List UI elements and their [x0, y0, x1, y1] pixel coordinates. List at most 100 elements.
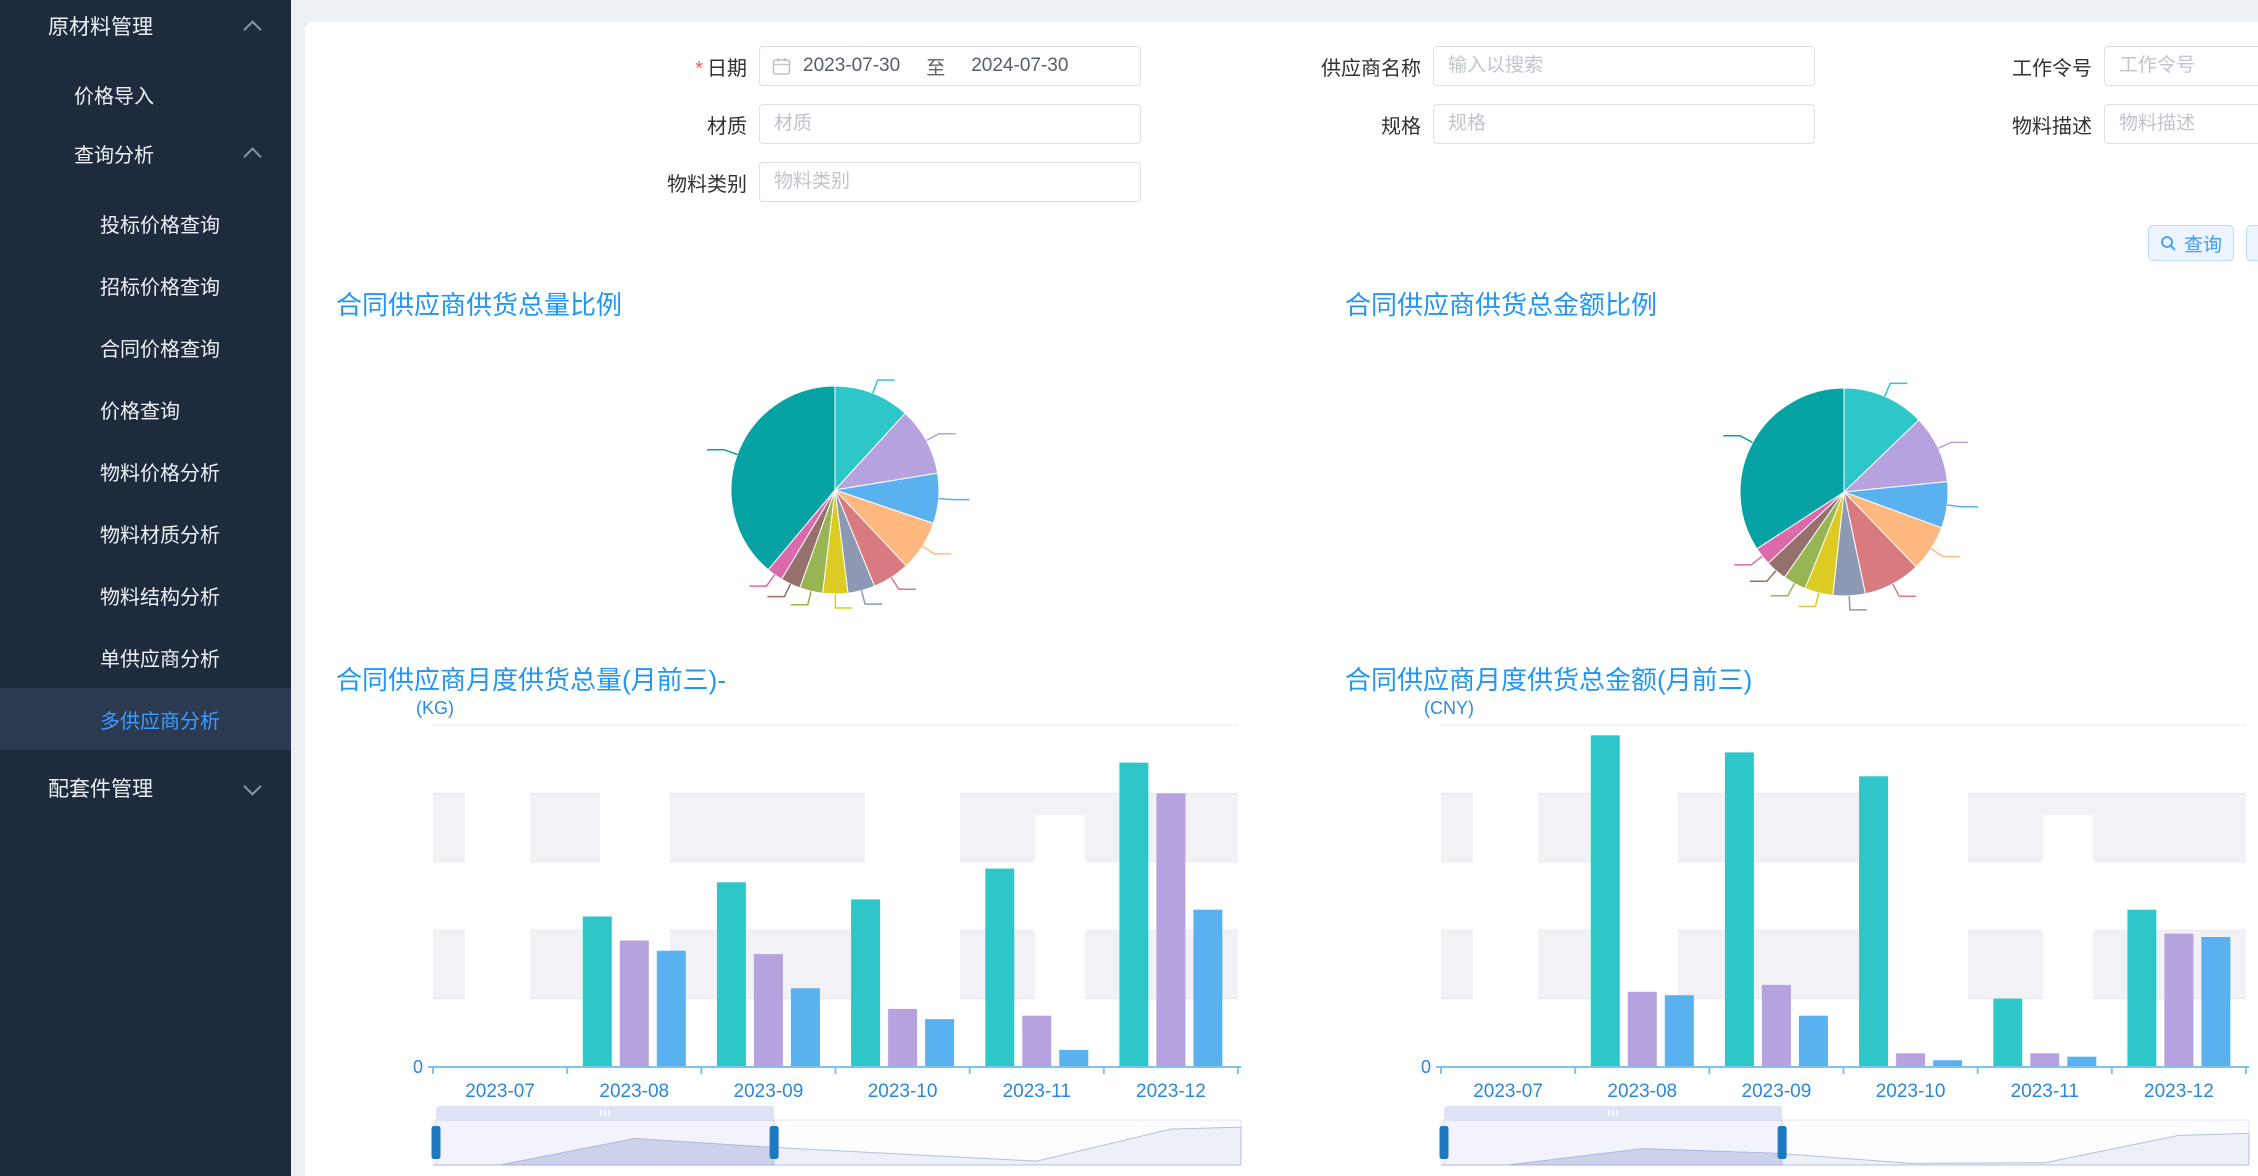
- date-start-value[interactable]: 2023-07-30: [803, 55, 900, 77]
- sidebar-item-2[interactable]: 价格导入: [0, 63, 291, 125]
- material-category-input-wrap: [759, 162, 1141, 202]
- pie-leader-line: [926, 434, 955, 441]
- pie-leader-line: [939, 499, 970, 500]
- bar-2023-09-s2[interactable]: [1762, 985, 1791, 1067]
- bar-2023-10-s1[interactable]: [851, 899, 880, 1067]
- bar-2023-09-s1[interactable]: [1725, 752, 1754, 1067]
- bar-2023-11-s1[interactable]: [1993, 999, 2022, 1067]
- bar-2023-11-s3[interactable]: [2067, 1057, 2096, 1067]
- sidebar-item-10[interactable]: 物料结构分析: [0, 564, 291, 626]
- date-separator: 至: [926, 53, 945, 80]
- material-input-wrap: [759, 104, 1141, 144]
- x-axis-label: 2023-12: [1136, 1081, 1206, 1102]
- pie-leader-line: [862, 591, 883, 605]
- work-order-input[interactable]: [2117, 54, 2258, 78]
- bar-chart-monthly-amount[interactable]: 02023-072023-082023-092023-102023-112023…: [1418, 715, 2258, 1176]
- pie-leader-line: [1947, 505, 1978, 507]
- pie-leader-line: [1771, 583, 1795, 595]
- bar-2023-08-s3[interactable]: [657, 951, 686, 1067]
- datazoom-handle-left[interactable]: [432, 1126, 441, 1159]
- pie-leader-line: [873, 380, 895, 393]
- material-desc-label: 物料描述: [1955, 110, 2092, 139]
- supplier-input[interactable]: [1446, 54, 1802, 78]
- bar-2023-08-s2[interactable]: [1628, 992, 1657, 1067]
- supplier-input-wrap: [1433, 46, 1815, 86]
- material-desc-input[interactable]: [2117, 112, 2258, 136]
- date-end-value[interactable]: 2024-07-30: [971, 55, 1068, 77]
- sidebar-item-label: 价格查询: [100, 395, 180, 424]
- bar-2023-12-s3[interactable]: [2201, 937, 2230, 1067]
- sidebar-item-1[interactable]: 原材料管理: [0, 2, 291, 50]
- app-root: 原材料管理价格导入查询分析投标价格查询招标价格查询合同价格查询价格查询物料价格分…: [0, 0, 2258, 1176]
- filter-material: 材质: [615, 104, 1141, 144]
- pie-leader-line: [1938, 442, 1968, 448]
- material-category-input[interactable]: [772, 170, 1128, 194]
- pie-chart-total-quantity[interactable]: [560, 330, 1120, 630]
- bar-2023-09-s1[interactable]: [717, 882, 746, 1067]
- x-axis-label: 2023-07: [1473, 1081, 1543, 1102]
- spec-input[interactable]: [1446, 112, 1802, 136]
- sidebar-item-label: 物料结构分析: [100, 581, 220, 610]
- sidebar-item-13[interactable]: 配套件管理: [0, 757, 291, 819]
- x-axis-label: 2023-08: [599, 1081, 669, 1102]
- bar-2023-08-s1[interactable]: [583, 917, 612, 1068]
- material-label: 材质: [615, 110, 747, 139]
- bar-2023-08-s1[interactable]: [1591, 735, 1620, 1067]
- date-range-input[interactable]: 2023-07-30 至 2024-07-30: [759, 46, 1141, 86]
- bar-2023-10-s3[interactable]: [1933, 1060, 1962, 1067]
- bar-2023-10-s2[interactable]: [1896, 1053, 1925, 1067]
- sidebar-item-11[interactable]: 单供应商分析: [0, 626, 291, 688]
- sidebar-item-6[interactable]: 合同价格查询: [0, 316, 291, 378]
- secondary-button-clipped[interactable]: [2246, 225, 2258, 261]
- sidebar-item-8[interactable]: 物料价格分析: [0, 440, 291, 502]
- pie-leader-line: [1885, 383, 1908, 396]
- datazoom-handle-right[interactable]: [1778, 1126, 1787, 1159]
- sidebar-item-label: 原材料管理: [48, 11, 153, 41]
- sidebar-item-label: 单供应商分析: [100, 643, 220, 672]
- query-button[interactable]: 查询: [2148, 225, 2234, 261]
- material-input[interactable]: [772, 112, 1128, 136]
- sidebar-item-7[interactable]: 价格查询: [0, 378, 291, 440]
- pie1-title: 合同供应商供货总量比例: [336, 285, 622, 322]
- bar-2023-09-s2[interactable]: [754, 954, 783, 1067]
- sidebar-item-5[interactable]: 招标价格查询: [0, 254, 291, 316]
- datazoom-handle-left[interactable]: [1440, 1126, 1449, 1159]
- sidebar-item-4[interactable]: 投标价格查询: [0, 192, 291, 254]
- bar-2023-12-s1[interactable]: [2127, 910, 2156, 1067]
- sidebar-item-12[interactable]: 多供应商分析: [0, 688, 291, 750]
- sidebar-item-label: 多供应商分析: [100, 705, 220, 734]
- pie-leader-line: [835, 594, 852, 608]
- bar-chart-monthly-quantity[interactable]: 02023-072023-082023-092023-102023-112023…: [410, 715, 1260, 1176]
- bar-2023-12-s3[interactable]: [1193, 910, 1222, 1067]
- bar-2023-12-s2[interactable]: [2164, 934, 2193, 1067]
- pie-chart-total-amount[interactable]: [1570, 330, 2130, 630]
- bar-2023-09-s3[interactable]: [791, 988, 820, 1067]
- bar-2023-11-s1[interactable]: [985, 869, 1014, 1067]
- bar-2023-10-s2[interactable]: [888, 1009, 917, 1067]
- filter-spec: 规格: [1285, 104, 1815, 144]
- bar-2023-09-s3[interactable]: [1799, 1016, 1828, 1067]
- x-axis-label: 2023-12: [2144, 1081, 2214, 1102]
- bar-2023-12-s1[interactable]: [1119, 763, 1148, 1067]
- datazoom-selected-range[interactable]: [436, 1120, 774, 1165]
- bar-2023-10-s3[interactable]: [925, 1019, 954, 1067]
- bar-2023-08-s3[interactable]: [1665, 995, 1694, 1067]
- sidebar-item-label: 物料价格分析: [100, 457, 220, 486]
- bar-2023-11-s3[interactable]: [1059, 1050, 1088, 1067]
- work-order-input-wrap: [2104, 46, 2258, 86]
- x-axis-label: 2023-10: [1876, 1081, 1946, 1102]
- pie-leader-line: [1893, 584, 1917, 596]
- bar-2023-08-s2[interactable]: [620, 941, 649, 1068]
- datazoom-selected-range[interactable]: [1444, 1120, 1782, 1165]
- bar-2023-12-s2[interactable]: [1156, 793, 1185, 1067]
- sidebar-item-9[interactable]: 物料材质分析: [0, 502, 291, 564]
- x-axis-label: 2023-09: [1742, 1081, 1812, 1102]
- sidebar-item-3[interactable]: 查询分析: [0, 122, 291, 184]
- datazoom-handle-right[interactable]: [770, 1126, 779, 1159]
- x-axis-label: 2023-08: [1607, 1081, 1677, 1102]
- pie-leader-line: [1798, 593, 1818, 607]
- bar-2023-11-s2[interactable]: [2030, 1053, 2059, 1067]
- sidebar-item-label: 价格导入: [74, 80, 154, 109]
- bar-2023-10-s1[interactable]: [1859, 776, 1888, 1067]
- bar-2023-11-s2[interactable]: [1022, 1016, 1051, 1067]
